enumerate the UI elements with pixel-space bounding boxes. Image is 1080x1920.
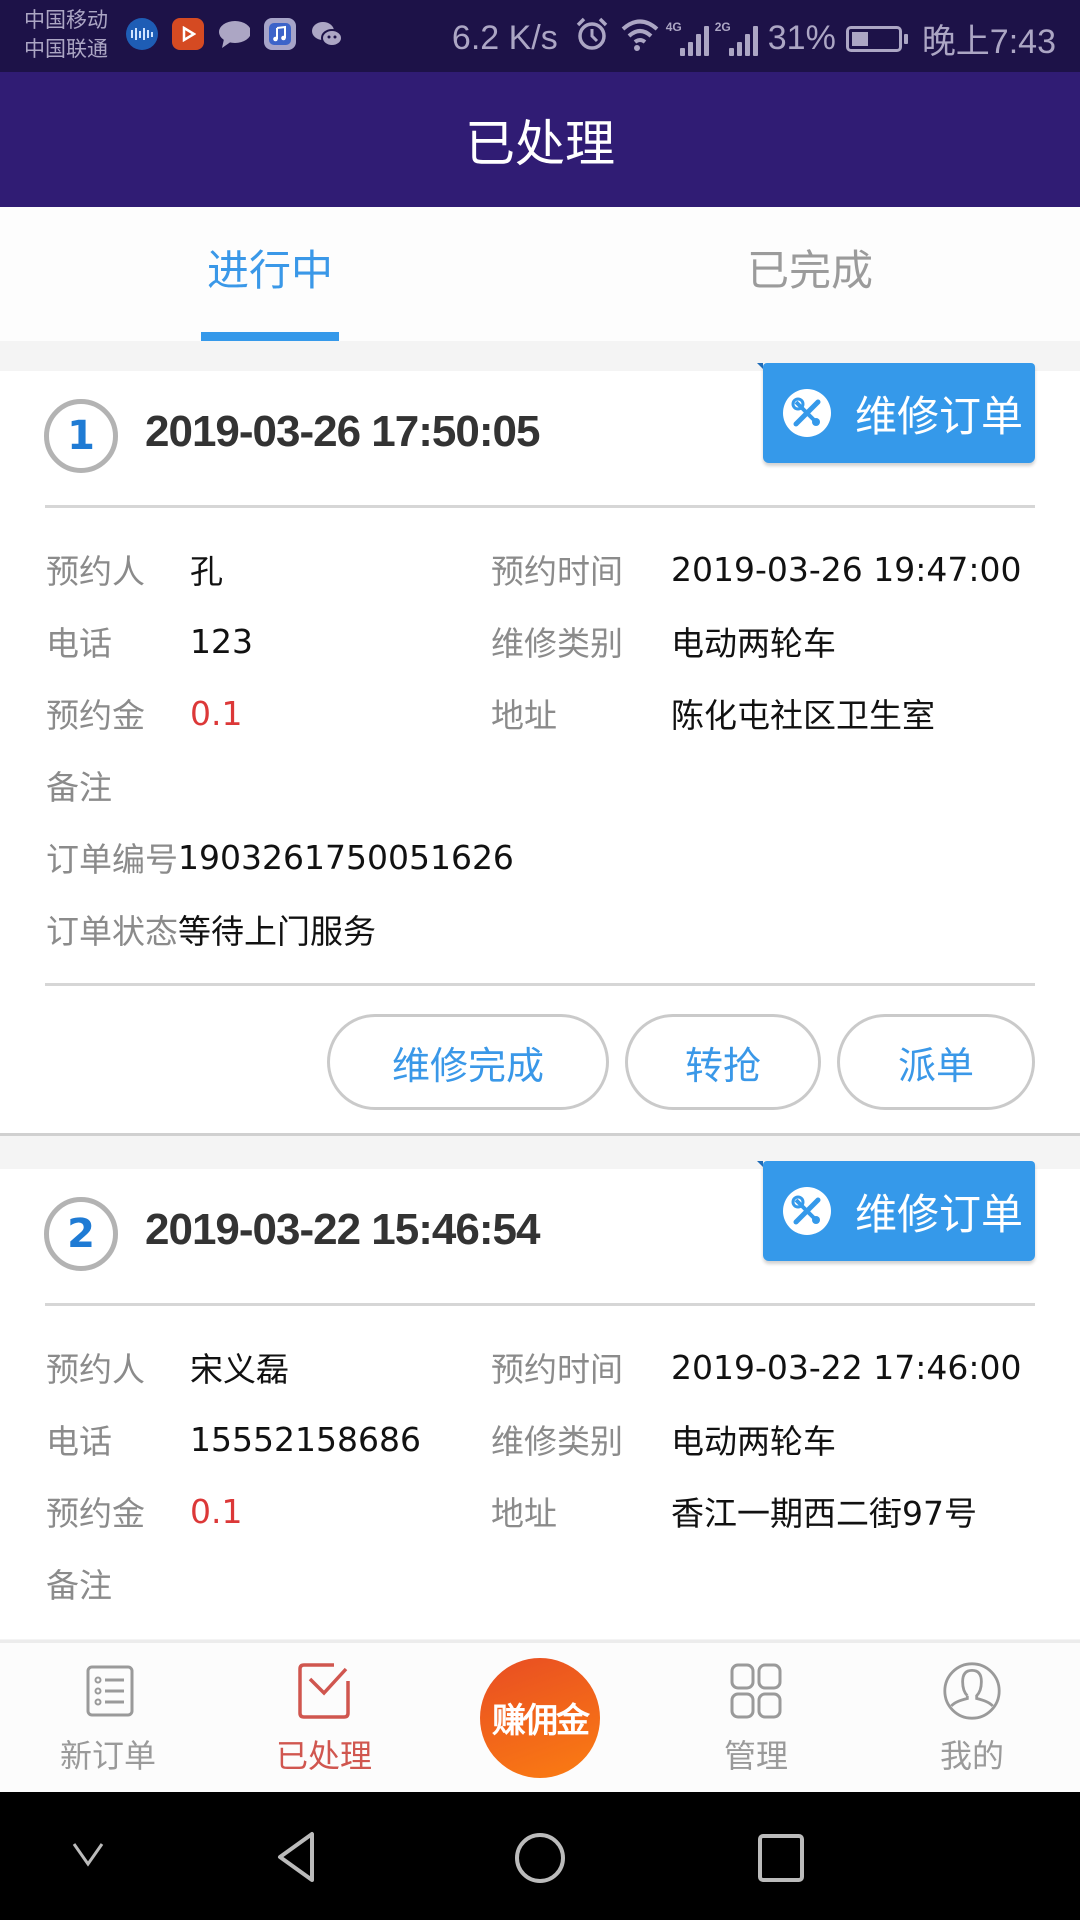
nav-label: 已处理 <box>275 1737 372 1775</box>
tab-completed[interactable]: 已完成 <box>540 207 1080 341</box>
order-created-time: 2019-03-22 15:46:54 <box>145 1205 540 1254</box>
customer-value: 宋义磊 <box>190 1350 289 1389</box>
list-icon <box>86 1665 134 1717</box>
recents-icon[interactable] <box>756 1832 806 1882</box>
nav-label: 管理 <box>723 1737 788 1775</box>
back-icon[interactable] <box>272 1830 318 1884</box>
home-icon[interactable] <box>512 1830 568 1886</box>
customer-value: 孔 <box>190 552 223 591</box>
order-details: 预约人 孔 预约时间 2019-03-26 19:47:00 电话 123 维修类别 电… <box>46 533 1040 965</box>
alarm-icon <box>574 16 610 61</box>
order-type-badge: 维修订单 <box>757 363 1035 463</box>
phone-value[interactable]: 123 <box>190 622 253 661</box>
status-bar: 中国移动 中国联通 6.2 K/s 4G 2G 31% 晚上7:43 <box>0 0 1080 72</box>
order-type-badge: 维修订单 <box>757 1161 1035 1261</box>
notification-icons <box>126 18 342 50</box>
order-status-value: 等待上门服务 <box>178 912 376 951</box>
address-value: 香江一期西二街97号 <box>671 1494 977 1533</box>
carrier-2: 中国联通 <box>24 37 108 61</box>
divider <box>45 983 1035 986</box>
system-nav-bar <box>0 1792 1080 1920</box>
signal-2g-icon: 2G <box>715 20 758 56</box>
appt-time-value: 2019-03-26 19:47:00 <box>671 549 1022 589</box>
repair-type-label: 维修类别 <box>491 624 623 663</box>
appt-time-label: 预约时间 <box>491 552 623 591</box>
note-label: 备注 <box>46 1566 112 1605</box>
nav-new-orders[interactable]: 新订单 <box>0 1643 216 1792</box>
dispatch-button[interactable]: 派单 <box>837 1014 1035 1110</box>
mail-check-icon <box>298 1663 350 1719</box>
order-card: 2 2019-03-22 15:46:54 维修订单 预约人 宋义磊 预约时间 20… <box>0 1161 1080 1677</box>
nav-mine[interactable]: 我的 <box>864 1643 1080 1792</box>
deposit-value: 0.1 <box>190 693 243 733</box>
nav-processed[interactable]: 已处理 <box>216 1643 432 1792</box>
clock: 晚上7:43 <box>921 23 1056 61</box>
wechat-icon <box>310 18 342 50</box>
repair-type-value: 电动两轮车 <box>671 624 836 663</box>
video-play-icon <box>172 18 204 50</box>
music-note-icon <box>264 18 296 50</box>
divider <box>45 1303 1035 1306</box>
order-status-label: 订单状态 <box>46 912 178 951</box>
deposit-value: 0.1 <box>190 1491 243 1531</box>
nav-label: 我的 <box>939 1737 1004 1775</box>
order-index: 2 <box>44 1197 118 1271</box>
order-type-label: 维修订单 <box>855 1189 1024 1239</box>
tab-bar: 进行中 已完成 <box>0 207 1080 341</box>
signal-4g-icon: 4G <box>666 20 709 56</box>
page-title: 已处理 <box>465 114 615 173</box>
user-icon <box>943 1662 1001 1720</box>
wrench-screwdriver-icon <box>783 389 831 437</box>
battery-percent: 31% <box>767 19 836 57</box>
order-details: 预约人 宋义磊 预约时间 2019-03-22 17:46:00 电话 1555215… <box>46 1331 1040 1691</box>
customer-label: 预约人 <box>46 552 145 591</box>
order-no-label: 订单编号 <box>46 840 178 879</box>
phone-label: 电话 <box>46 624 112 663</box>
address-label: 地址 <box>491 1494 557 1533</box>
deposit-label: 预约金 <box>46 1494 145 1533</box>
battery-icon <box>845 25 908 52</box>
carrier-1: 中国移动 <box>24 8 108 32</box>
phone-value[interactable]: 15552158686 <box>190 1420 421 1459</box>
carrier-info: 中国移动 中国联通 <box>24 6 108 64</box>
repair-type-label: 维修类别 <box>491 1422 623 1461</box>
music-visualizer-icon <box>126 18 158 50</box>
message-bubble-icon <box>218 18 250 50</box>
order-created-time: 2019-03-26 17:50:05 <box>145 407 540 456</box>
net-speed: 6.2 K/s <box>451 19 558 57</box>
grid-icon <box>730 1663 782 1719</box>
repair-type-value: 电动两轮车 <box>671 1422 836 1461</box>
repair-complete-button[interactable]: 维修完成 <box>327 1014 609 1110</box>
wifi-icon <box>620 17 660 60</box>
address-label: 地址 <box>491 696 557 735</box>
nav-commission[interactable]: 赚佣金 <box>432 1643 648 1792</box>
deposit-label: 预约金 <box>46 696 145 735</box>
order-index: 1 <box>44 399 118 473</box>
note-label: 备注 <box>46 768 112 807</box>
address-value: 陈化屯社区卫生室 <box>671 696 935 735</box>
order-no-value: 1903261750051626 <box>178 837 514 877</box>
divider <box>45 505 1035 508</box>
nav-manage[interactable]: 管理 <box>648 1643 864 1792</box>
wrench-screwdriver-icon <box>783 1187 831 1235</box>
bottom-nav: 新订单 已处理 赚佣金 管理 我的 <box>0 1640 1080 1792</box>
appt-time-value: 2019-03-22 17:46:00 <box>671 1347 1022 1387</box>
commission-fab[interactable]: 赚佣金 <box>480 1657 600 1778</box>
transfer-grab-button[interactable]: 转抢 <box>625 1014 821 1110</box>
app-bar: 已处理 <box>0 72 1080 207</box>
phone-label: 电话 <box>46 1422 112 1461</box>
order-actions: 维修完成 转抢 派单 <box>327 1014 1035 1110</box>
order-card: 1 2019-03-26 17:50:05 维修订单 预约人 孔 预约时间 2019… <box>0 363 1080 1136</box>
nav-label: 新订单 <box>59 1737 156 1775</box>
tab-in-progress[interactable]: 进行中 <box>0 207 540 341</box>
appt-time-label: 预约时间 <box>491 1350 623 1389</box>
customer-label: 预约人 <box>46 1350 145 1389</box>
system-indicators: 6.2 K/s 4G 2G 31% 晚上7:43 <box>452 14 1056 63</box>
chevron-down-icon[interactable] <box>70 1840 110 1870</box>
order-type-label: 维修订单 <box>855 391 1024 441</box>
